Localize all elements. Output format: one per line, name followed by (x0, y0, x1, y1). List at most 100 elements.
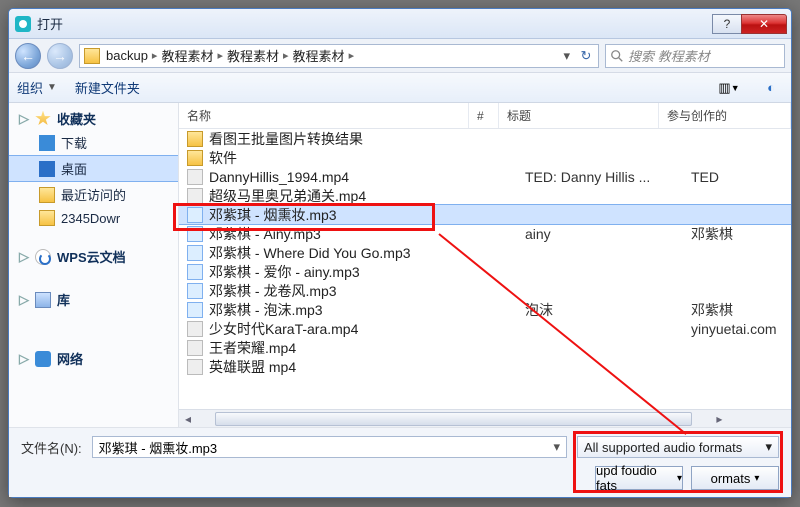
file-name: 英雄联盟 mp4 (209, 357, 483, 377)
sidebar: ▷收藏夹 下载 桌面 最近访问的 2345Dowr ▷WPS云文档 ▷库 ▷网络 (9, 103, 179, 427)
filter-label: All supported audio formats (584, 440, 742, 455)
cloud-icon (35, 249, 51, 265)
file-row[interactable]: 软件 (179, 148, 791, 167)
sidebar-wps[interactable]: ▷WPS云文档 (9, 241, 178, 268)
titlebar[interactable]: 打开 ? ✕ (9, 9, 791, 39)
file-name: 少女时代KaraT-ara.mp4 (209, 319, 483, 339)
audio-file-icon (187, 283, 203, 299)
audio-file-icon (187, 264, 203, 280)
video-file-icon (187, 359, 203, 375)
sidebar-library[interactable]: ▷库 (9, 284, 178, 311)
folder-icon (39, 210, 55, 226)
filename-label: 文件名(N): (21, 438, 82, 457)
folder-icon (187, 131, 203, 147)
sidebar-network[interactable]: ▷网络 (9, 343, 178, 370)
crumb[interactable]: 教程素材 (161, 46, 213, 65)
audio-file-icon (187, 226, 203, 242)
app-icon (15, 16, 31, 32)
file-row[interactable]: 英雄联盟 mp4 (179, 357, 791, 376)
col-num[interactable]: # (469, 103, 499, 128)
col-name[interactable]: 名称 (179, 103, 469, 128)
file-title: 泡沫 (525, 300, 685, 320)
file-type-filter[interactable]: All supported audio formats ▾ (577, 436, 779, 458)
scroll-left-icon[interactable]: ◂ (179, 412, 197, 426)
toolbar: 组织 ▼ 新建文件夹 ▥ ▼ ◐ (9, 73, 791, 103)
crumb[interactable]: 教程素材 (227, 46, 279, 65)
file-row[interactable]: 邓紫棋 - 泡沫.mp3泡沫邓紫棋 (179, 300, 791, 319)
file-row[interactable]: 邓紫琪 - 烟熏妆.mp3 (179, 205, 791, 224)
close-button[interactable]: ✕ (741, 14, 787, 34)
dropdown-icon[interactable]: ▾ (563, 48, 570, 64)
chevron-right-icon: ▸ (283, 49, 289, 62)
search-input[interactable]: 搜索 教程素材 (605, 44, 785, 68)
file-row[interactable]: 少女时代KaraT-ara.mp4yinyuetai.com (179, 319, 791, 338)
file-list[interactable]: 看图王批量图片转换结果软件DannyHillis_1994.mp4TED: Da… (179, 129, 791, 409)
filename-input[interactable]: 邓紫琪 - 烟熏妆.mp3 ▾ (92, 436, 567, 458)
file-name: 邓紫棋 - 爱你 - ainy.mp3 (209, 262, 483, 282)
file-row[interactable]: 邓紫棋 - Ainy.mp3 ainy 邓紫棋 (179, 224, 791, 243)
horizontal-scrollbar[interactable]: ◂ ▸ (179, 409, 791, 427)
file-artist: TED (691, 169, 791, 185)
file-title: ainy (525, 226, 685, 242)
organize-menu[interactable]: 组织 ▼ (17, 78, 57, 97)
video-file-icon (187, 188, 203, 204)
breadcrumb[interactable]: backup▸ 教程素材▸ 教程素材▸ 教程素材▸ ▾ ↻ (79, 44, 599, 68)
dropdown-icon: ▾ (765, 439, 772, 455)
column-headers[interactable]: 名称 # 标题 参与创作的 (179, 103, 791, 129)
file-row[interactable]: 邓紫棋 - 龙卷风.mp3 (179, 281, 791, 300)
file-row[interactable]: DannyHillis_1994.mp4TED: Danny Hillis ..… (179, 167, 791, 186)
file-name: 软件 (209, 148, 483, 168)
audio-file-icon (187, 302, 203, 318)
crumb[interactable]: 教程素材 (293, 46, 345, 65)
file-artist: 邓紫棋 (691, 224, 791, 244)
view-options-button[interactable]: ▥ ▼ (717, 77, 741, 99)
folder-icon (39, 187, 55, 203)
file-name: 超级马里奥兄弟通关.mp4 (209, 186, 483, 206)
sidebar-2345[interactable]: 2345Dowr (9, 207, 178, 229)
audio-file-icon (187, 207, 203, 223)
video-file-icon (187, 321, 203, 337)
search-icon (610, 49, 624, 63)
chevron-right-icon: ▸ (152, 49, 158, 62)
open-button[interactable]: upd foudio fats▾ (595, 466, 683, 490)
sidebar-downloads[interactable]: 下载 (9, 130, 178, 155)
scroll-right-icon[interactable]: ▸ (710, 412, 728, 426)
scrollbar-thumb[interactable] (215, 412, 692, 426)
file-row[interactable]: 王者荣耀.mp4 (179, 338, 791, 357)
file-row[interactable]: 超级马里奥兄弟通关.mp4 (179, 186, 791, 205)
refresh-button[interactable]: ↻ (574, 48, 598, 64)
chevron-right-icon: ▸ (217, 49, 223, 62)
window-title: 打开 (37, 14, 713, 33)
file-row[interactable]: 看图王批量图片转换结果 (179, 129, 791, 148)
new-folder-button[interactable]: 新建文件夹 (75, 78, 140, 97)
file-name: 邓紫棋 - 泡沫.mp3 (209, 300, 483, 320)
back-button[interactable]: ← (15, 43, 41, 69)
dropdown-icon[interactable]: ▾ (553, 439, 560, 455)
desktop-icon (39, 161, 55, 177)
file-name: 邓紫棋 - 龙卷风.mp3 (209, 281, 483, 301)
cancel-button[interactable]: ormats▾ (691, 466, 779, 490)
sidebar-desktop[interactable]: 桌面 (9, 155, 178, 182)
video-file-icon (187, 340, 203, 356)
search-placeholder: 搜索 教程素材 (628, 46, 710, 65)
file-row[interactable]: 邓紫棋 - 爱你 - ainy.mp3 (179, 262, 791, 281)
nav-row: ← → backup▸ 教程素材▸ 教程素材▸ 教程素材▸ ▾ ↻ 搜索 教程素… (9, 39, 791, 73)
network-icon (35, 351, 51, 367)
open-dialog: 打开 ? ✕ ← → backup▸ 教程素材▸ 教程素材▸ 教程素材▸ ▾ ↻… (8, 8, 792, 498)
col-artist[interactable]: 参与创作的 (659, 103, 791, 128)
sidebar-favorites[interactable]: ▷收藏夹 (9, 103, 178, 130)
video-file-icon (187, 169, 203, 185)
download-icon (39, 135, 55, 151)
help-icon[interactable]: ◐ (759, 77, 783, 99)
chevron-right-icon: ▸ (349, 49, 355, 62)
help-button[interactable]: ? (712, 14, 742, 34)
sidebar-recent[interactable]: 最近访问的 (9, 182, 178, 207)
file-name: 王者荣耀.mp4 (209, 338, 483, 358)
file-name: 邓紫棋 - Ainy.mp3 (209, 224, 483, 244)
crumb[interactable]: backup (106, 48, 148, 63)
folder-icon (187, 150, 203, 166)
col-title[interactable]: 标题 (499, 103, 659, 128)
file-title: TED: Danny Hillis ... (525, 169, 685, 185)
file-row[interactable]: 邓紫棋 - Where Did You Go.mp3 (179, 243, 791, 262)
forward-button[interactable]: → (47, 43, 73, 69)
